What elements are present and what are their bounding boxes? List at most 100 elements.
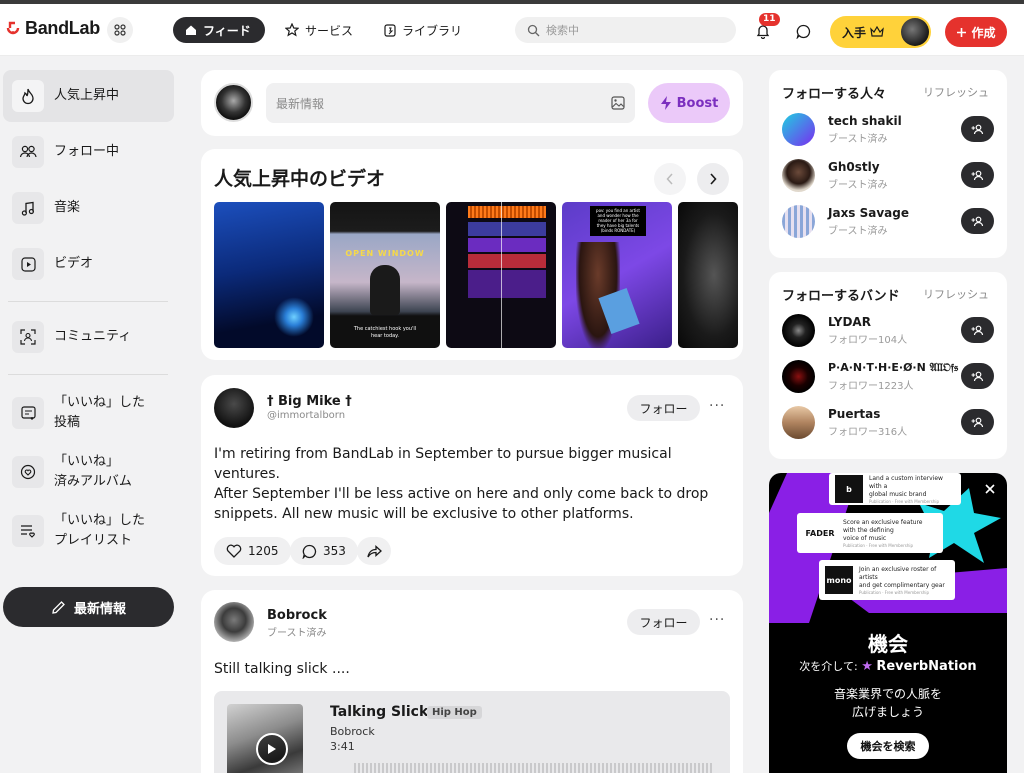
follow-button[interactable]: フォロー [627,609,700,635]
person-name[interactable]: Jaxs Savage [828,206,909,220]
band-avatar [782,406,815,439]
track-artist[interactable]: Bobrock [330,725,375,738]
offer-text: Join an exclusive roster of artists [859,565,937,581]
label-line: 投稿 [54,415,81,430]
bandlab-logo-icon [6,21,20,34]
tab-services[interactable]: サービス [273,17,365,43]
follow-band-button[interactable] [961,317,994,343]
refresh-bands-link[interactable]: リフレッシュ [923,286,989,302]
suggested-band[interactable]: LYDAR フォロワー104人 [782,312,994,350]
suggested-person[interactable]: tech shakil ブースト済み [782,111,994,149]
sidebar-item-trending[interactable]: 人気上昇中 [3,70,174,122]
band-name[interactable]: P·A·N·T·H·E·Ø·N 𝔄𝔩𝔩𝔒𝔣𝔰 [828,361,958,375]
track-player[interactable]: Talking Slick Hip Hop Bobrock 3:41 [214,691,730,773]
apps-grid-button[interactable] [107,17,133,43]
band-avatar [782,360,815,393]
sidebar-item-liked-albums[interactable]: 「いいね」 済みアルバム [3,446,174,498]
waveform[interactable] [354,763,714,773]
sidebar-item-community[interactable]: コミュニティ [3,311,174,363]
bandlab-logo[interactable]: BandLab [4,18,100,39]
sidebar-item-liked-posts[interactable]: 「いいね」した 投稿 [3,387,174,439]
add-user-icon [971,216,984,226]
sidebar-item-liked-playlists[interactable]: 「いいね」した プレイリスト [3,505,174,557]
search-icon [527,24,540,36]
carousel-prev-button[interactable] [654,163,686,195]
follow-person-button[interactable] [961,208,994,234]
video-thumbnail[interactable]: OPEN WINDOW The catchiest hook you'll he… [330,202,440,348]
sidebar-item-following[interactable]: フォロー中 [3,126,174,178]
suggested-person[interactable]: Gh0stly ブースト済み [782,157,994,195]
offer-text: Land a custom interview with a [869,474,943,490]
search-input[interactable] [546,23,716,37]
post-author-avatar[interactable] [214,602,254,642]
follow-person-button[interactable] [961,116,994,142]
offer-text: global music brand [869,490,927,498]
video-thumbnail[interactable] [678,202,738,348]
sidebar-item-video[interactable]: ビデオ [3,238,174,290]
post-boosted-label: ブースト済み [267,628,327,639]
person-name[interactable]: tech shakil [828,114,902,128]
ad-offer-card: b Land a custom interview with a global m… [829,473,961,505]
user-avatar[interactable] [901,18,929,46]
label-line: 「いいね」した [54,395,146,410]
sidebar-item-music[interactable]: 音楽 [3,182,174,234]
reverbnation-ad[interactable]: b Land a custom interview with a global m… [769,473,1007,773]
carousel-next-button[interactable] [697,163,729,195]
composer-card: 最新情報 Boost [201,70,743,136]
top-header: BandLab フィード サービス ライブラリ 11 入手 作成 [0,4,1024,56]
more-options-icon[interactable]: ··· [709,612,725,628]
like-button[interactable]: 1205 [214,537,291,565]
sidebar-item-label: ビデオ [54,256,94,271]
create-button[interactable]: 作成 [945,17,1007,47]
messages-button[interactable] [793,21,813,41]
chat-bubble-icon [795,24,810,39]
composer-placeholder: 最新情報 [276,96,325,111]
band-name[interactable]: Puertas [828,407,880,421]
composer-input[interactable]: 最新情報 [266,83,635,123]
follow-label: フォロー [639,615,688,630]
post-author-name[interactable]: † Big Mike † [267,394,352,409]
track-title[interactable]: Talking Slick [330,704,428,720]
refresh-people-link[interactable]: リフレッシュ [923,84,989,100]
membership-button[interactable]: 入手 [830,16,931,48]
follow-person-button[interactable] [961,162,994,188]
tab-services-label: サービス [305,23,354,38]
crown-icon [870,26,884,37]
video-thumbnail[interactable] [214,202,324,348]
community-icon [12,321,44,353]
post-author-avatar[interactable] [214,388,254,428]
video-thumbnail[interactable] [446,202,556,348]
ad-cta-button[interactable]: 機会を検索 [847,733,929,759]
post-text: Still talking slick .... [214,661,350,677]
video-thumbnail[interactable]: pov: you find an artist and wonder how t… [562,202,672,348]
more-options-icon[interactable]: ··· [709,398,725,414]
library-icon [384,23,396,37]
follow-band-button[interactable] [961,409,994,435]
label-line: 「いいね」した [54,513,146,528]
tab-feed[interactable]: フィード [173,17,265,43]
ad-close-button[interactable] [983,482,997,496]
suggested-person[interactable]: Jaxs Savage ブースト済み [782,203,994,241]
person-name[interactable]: Gh0stly [828,160,880,174]
share-button[interactable] [357,537,391,565]
suggested-band[interactable]: P·A·N·T·H·E·Ø·N 𝔄𝔩𝔩𝔒𝔣𝔰 フォロワー1223人 [782,358,994,396]
band-name[interactable]: LYDAR [828,315,871,329]
boost-button[interactable]: Boost [648,83,730,123]
new-post-button[interactable]: 最新情報 [3,587,174,627]
comment-button[interactable]: 353 [290,537,358,565]
offer-meta: Publication · Free with Membership [859,589,930,595]
follow-band-button[interactable] [961,363,994,389]
daw-track [468,238,546,252]
tab-library[interactable]: ライブラリ [372,17,474,43]
search-bar[interactable] [515,17,736,43]
logo-text: BandLab [25,18,100,38]
play-button[interactable] [256,733,288,765]
thumbnail-caption-box: pov: you find an artist and wonder how t… [590,206,646,236]
follow-button[interactable]: フォロー [627,395,700,421]
image-icon[interactable] [611,96,625,110]
pencil-icon [52,600,65,614]
offer-meta: Publication · Free with Membership [843,542,914,548]
suggested-band[interactable]: Puertas フォロワー316人 [782,404,994,442]
post-author-name[interactable]: Bobrock [267,608,327,623]
genre-tag[interactable]: Hip Hop [427,706,482,719]
